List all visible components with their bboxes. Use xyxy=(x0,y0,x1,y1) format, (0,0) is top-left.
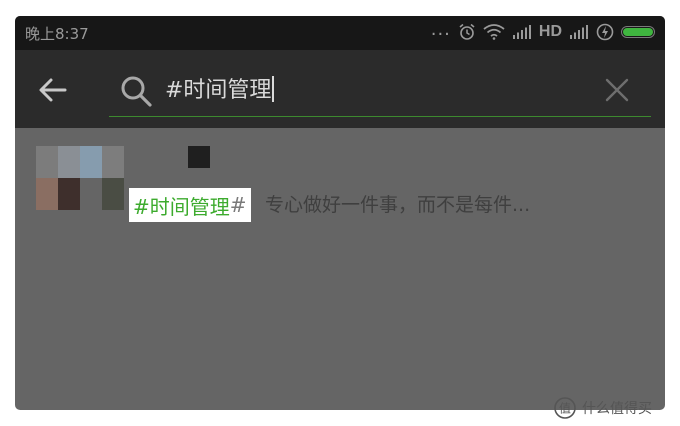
hashtag-text: #时间管理 xyxy=(133,194,230,219)
status-bar: 晚上8:37 ... HD xyxy=(15,16,665,50)
signal-icon xyxy=(512,25,531,39)
wifi-icon xyxy=(483,24,505,40)
redacted-name-block xyxy=(188,146,210,168)
status-icons: ... HD xyxy=(430,19,655,42)
search-query: #时间管理 xyxy=(165,76,274,105)
hd-signal-icon xyxy=(570,25,588,39)
magnifier-icon xyxy=(121,76,152,107)
back-button[interactable] xyxy=(35,72,71,108)
result-snippet: 专心做好一件事，而不是每件... xyxy=(265,194,531,216)
avatar-tile xyxy=(102,178,124,210)
hashtag-highlight: #时间管理 # xyxy=(129,188,251,222)
text-caret xyxy=(272,76,274,102)
avatar-tile xyxy=(102,146,124,178)
watermark-text: 什么值得买 xyxy=(582,401,652,417)
svg-text:值: 值 xyxy=(559,401,571,416)
watermark: 值 什么值得买 xyxy=(554,396,652,420)
search-result-item[interactable]: #时间管理 # 专心做好一件事，而不是每件... xyxy=(15,128,665,238)
avatar-tile xyxy=(58,146,80,178)
notification-dots: ... xyxy=(430,19,451,40)
avatar-tile xyxy=(80,146,102,178)
status-time: 晚上8:37 xyxy=(25,25,89,43)
battery-icon xyxy=(621,26,655,38)
network-type-label: HD xyxy=(538,23,562,40)
phone-screen: 晚上8:37 ... HD #时间管理 #时间管理 # 专心做好一件事，而不是每… xyxy=(15,16,665,410)
avatar-tile xyxy=(36,146,58,178)
charging-icon xyxy=(596,23,614,41)
hashtag-suffix: # xyxy=(229,193,247,217)
avatar-tile xyxy=(36,178,58,210)
close-icon xyxy=(605,78,629,102)
search-header: #时间管理 xyxy=(15,50,665,128)
alarm-icon xyxy=(459,23,475,40)
avatar-tile xyxy=(80,178,102,210)
avatar xyxy=(36,146,124,210)
arrow-left-icon xyxy=(39,78,67,102)
search-input[interactable]: #时间管理 xyxy=(109,64,651,117)
smzdm-logo-icon: 值 xyxy=(554,397,576,419)
battery-level xyxy=(623,28,653,36)
avatar-tile xyxy=(58,178,80,210)
clear-search-button[interactable] xyxy=(603,76,631,104)
